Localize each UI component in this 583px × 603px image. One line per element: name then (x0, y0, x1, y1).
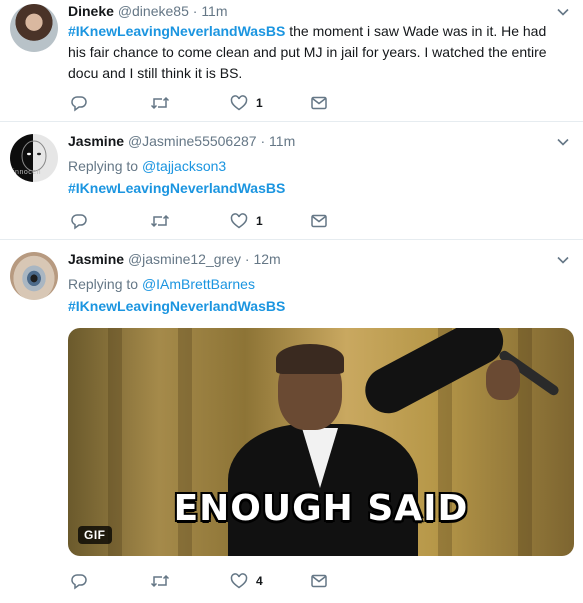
heart-icon (230, 95, 248, 111)
tweet-text: #IKnewLeavingNeverlandWasBS (68, 296, 568, 317)
mention-link[interactable]: @tajjackson3 (142, 158, 226, 174)
user-handle[interactable]: @jasmine12_grey (128, 251, 241, 267)
reply-icon (71, 574, 87, 590)
replying-to: Replying to @tajjackson3 (68, 156, 226, 176)
user-handle[interactable]: @Jasmine55506287 (128, 133, 257, 149)
like-button[interactable]: 1 (230, 211, 263, 231)
retweet-icon (150, 574, 170, 588)
reply-button[interactable] (70, 211, 88, 231)
message-button[interactable] (310, 211, 328, 231)
gif-badge: GIF (78, 526, 112, 544)
hashtag-link[interactable]: #IKnewLeavingNeverlandWasBS (68, 23, 285, 39)
separator: · (192, 3, 198, 19)
envelope-icon (311, 574, 327, 588)
replying-prefix: Replying to (68, 276, 142, 292)
retweet-icon (150, 214, 170, 228)
timestamp[interactable]: 11m (269, 133, 295, 149)
tweet-text: #IKnewLeavingNeverlandWasBS the moment i… (68, 21, 568, 84)
message-button[interactable] (310, 93, 328, 113)
display-name[interactable]: Jasmine (68, 251, 124, 267)
hashtag-link[interactable]: #IKnewLeavingNeverlandWasBS (68, 180, 285, 196)
like-button[interactable]: 1 (230, 93, 263, 113)
heart-icon (230, 213, 248, 229)
retweet-icon (150, 96, 170, 110)
hashtag-link[interactable]: #IKnewLeavingNeverlandWasBS (68, 298, 285, 314)
avatar[interactable] (10, 4, 58, 52)
like-count: 1 (256, 214, 263, 228)
avatar[interactable]: innocen (10, 134, 58, 182)
action-bar: 1 (70, 93, 370, 113)
tweet-header: Jasmine @jasmine12_grey · 12m (68, 250, 281, 268)
timestamp[interactable]: 11m (201, 3, 227, 19)
replying-prefix: Replying to (68, 158, 142, 174)
action-bar: 4 (70, 571, 370, 591)
gif-media[interactable]: ENOUGH SAID GIF (68, 328, 574, 556)
user-handle[interactable]: @dineke85 (118, 3, 189, 19)
separator: · (244, 251, 250, 267)
tweet-2[interactable]: innocen Jasmine @Jasmine55506287 · 11m R… (0, 122, 583, 240)
chevron-down-icon[interactable] (556, 253, 570, 267)
tweet-header: Jasmine @Jasmine55506287 · 11m (68, 132, 295, 150)
retweet-button[interactable] (150, 93, 170, 113)
chevron-down-icon[interactable] (556, 135, 570, 149)
gif-caption: ENOUGH SAID (173, 488, 469, 529)
reply-icon (71, 214, 87, 230)
separator: · (260, 133, 266, 149)
mention-link[interactable]: @IAmBrettBarnes (142, 276, 255, 292)
person-hand (486, 360, 520, 400)
like-count: 4 (256, 574, 263, 588)
retweet-button[interactable] (150, 571, 170, 591)
tweet-3[interactable]: Jasmine @jasmine12_grey · 12m Replying t… (0, 240, 583, 603)
like-count: 1 (256, 96, 263, 110)
retweet-button[interactable] (150, 211, 170, 231)
display-name[interactable]: Dineke (68, 3, 114, 19)
person-hair (276, 344, 344, 374)
tweet-1[interactable]: Dineke @dineke85 · 11m #IKnewLeavingNeve… (0, 0, 583, 122)
reply-button[interactable] (70, 571, 88, 591)
avatar[interactable] (10, 252, 58, 300)
tweet-text: #IKnewLeavingNeverlandWasBS (68, 178, 568, 199)
timestamp[interactable]: 12m (253, 251, 280, 267)
message-button[interactable] (310, 571, 328, 591)
envelope-icon (311, 96, 327, 110)
chevron-down-icon[interactable] (556, 5, 570, 19)
display-name[interactable]: Jasmine (68, 133, 124, 149)
reply-icon (71, 96, 87, 112)
avatar-text: innocen (13, 169, 42, 176)
heart-icon (230, 573, 248, 589)
tweet-header: Dineke @dineke85 · 11m (68, 2, 228, 20)
reply-button[interactable] (70, 93, 88, 113)
replying-to: Replying to @IAmBrettBarnes (68, 274, 255, 294)
action-bar: 1 (70, 211, 370, 231)
envelope-icon (311, 214, 327, 228)
like-button[interactable]: 4 (230, 571, 263, 591)
